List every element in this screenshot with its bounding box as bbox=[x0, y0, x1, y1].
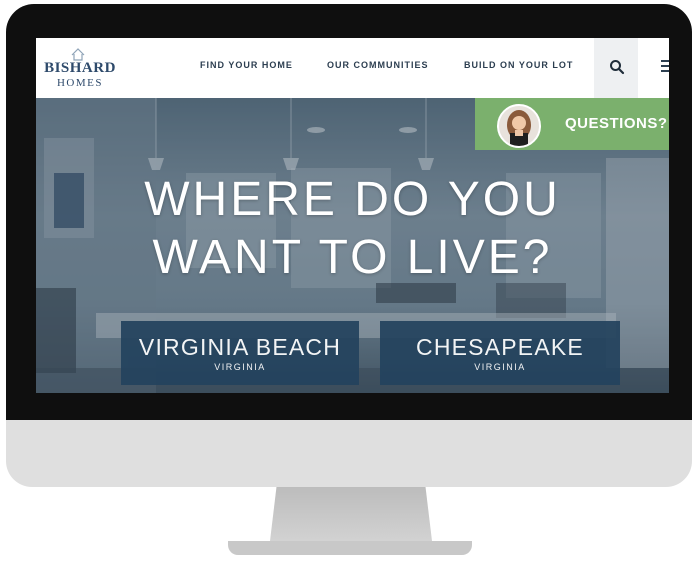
hero-headline-line2: WANT TO LIVE? bbox=[152, 231, 553, 284]
questions-label: QUESTIONS? bbox=[565, 115, 668, 132]
location-button-chesapeake[interactable]: CHESAPEAKE VIRGINIA bbox=[380, 321, 620, 385]
location-subtitle: VIRGINIA bbox=[214, 362, 266, 372]
location-title: VIRGINIA BEACH bbox=[138, 334, 342, 360]
nav-build-on-your-lot[interactable]: BUILD ON YOUR LOT bbox=[464, 60, 573, 70]
location-title: CHESAPEAKE bbox=[416, 334, 584, 360]
agent-avatar bbox=[497, 104, 541, 148]
brand-logo[interactable]: BISHARD HOMES bbox=[40, 46, 116, 92]
site-header: BISHARD HOMES FIND YOUR HOME OUR COMMUNI… bbox=[36, 38, 669, 98]
search-button[interactable] bbox=[594, 38, 638, 98]
search-icon bbox=[610, 60, 625, 75]
nav-our-communities[interactable]: OUR COMMUNITIES bbox=[327, 60, 429, 70]
hero-section: QUESTIONS? WHERE DO YOU WANT TO LIVE? VI… bbox=[36, 98, 669, 393]
location-subtitle: VIRGINIA bbox=[474, 362, 526, 372]
brand-name-line1: BISHARD bbox=[44, 60, 116, 76]
questions-chat-button[interactable]: QUESTIONS? bbox=[475, 98, 669, 150]
brand-name-line2: HOMES bbox=[56, 77, 103, 89]
menu-icon[interactable] bbox=[661, 60, 669, 74]
location-button-virginia-beach[interactable]: VIRGINIA BEACH VIRGINIA bbox=[121, 321, 359, 385]
hero-headline-line1: WHERE DO YOU bbox=[144, 173, 561, 226]
monitor-chin bbox=[6, 420, 692, 487]
nav-find-your-home[interactable]: FIND YOUR HOME bbox=[200, 60, 293, 70]
monitor-stand-neck bbox=[270, 487, 432, 541]
monitor-stand-base bbox=[228, 541, 472, 555]
browser-screen: BISHARD HOMES FIND YOUR HOME OUR COMMUNI… bbox=[36, 38, 669, 393]
